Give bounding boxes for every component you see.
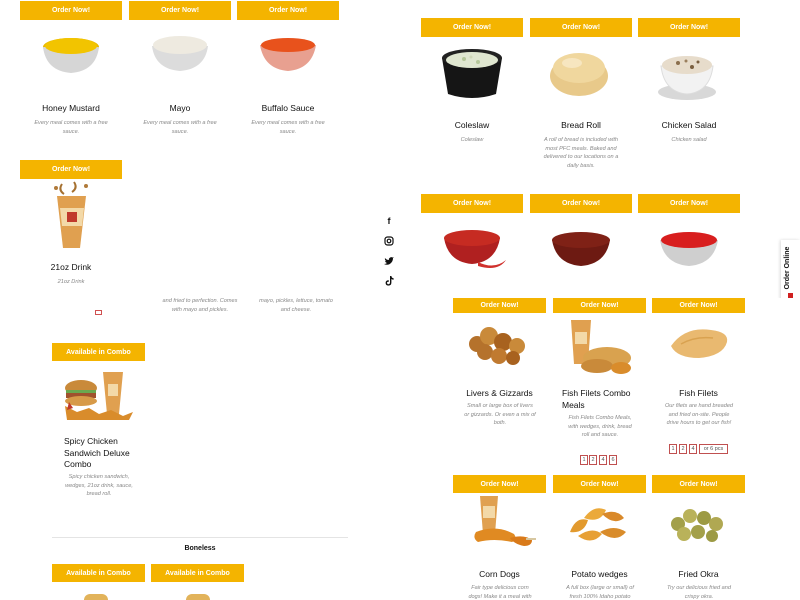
coleslaw-image [442,49,502,98]
order-now-button[interactable]: Order Now! [652,298,745,313]
available-in-combo-button[interactable]: Available in Combo [151,564,244,582]
tiktok-icon[interactable] [379,271,399,291]
order-now-button[interactable]: Order Now! [129,1,231,20]
item-description: and fried to perfection. Comes with mayo… [162,298,238,313]
fish-filets-image [671,329,728,358]
piece-option[interactable]: 4 [599,455,607,465]
order-now-button[interactable]: Order Now! [237,1,339,20]
order-now-button[interactable]: Order Now! [530,18,632,37]
order-now-button[interactable]: Order Now! [530,194,632,213]
corn-dogs-image [474,496,536,546]
item-description: Coleslaw [460,137,484,143]
order-now-button[interactable]: Order Now! [20,160,122,179]
left-top-panel: Order Now! Honey Mustard Every meal come… [0,0,350,300]
food-image-partial [186,594,210,600]
item-description: Our filets are hand breaded and fried on… [664,403,734,427]
item-title: Chicken Salad [661,120,717,130]
fried-okra-image [671,509,723,542]
combo-description: Spicy chicken sandwich, wedges, 21oz dri… [65,474,133,498]
item-description: mayo, pickles, lettuce, tomato and chees… [259,298,333,313]
item-description: Every meal comes with a free sauce. [34,120,108,135]
order-now-button[interactable]: Order Now! [421,194,523,213]
order-now-button[interactable]: Order Now! [421,18,523,37]
item-title: Buffalo Sauce [261,103,315,113]
order-online-tab[interactable]: Order Online [781,240,800,300]
piece-option[interactable]: 2 [679,444,687,454]
facebook-icon[interactable]: f [379,211,399,231]
item-title: Bread Roll [561,120,601,130]
order-now-button[interactable]: Order Now! [553,298,646,313]
item-title: Livers & Gizzards [466,388,533,398]
order-now-button[interactable]: Order Now! [453,475,546,493]
hot-sauce-image [444,230,506,268]
instagram-icon[interactable] [379,231,399,251]
piece-option[interactable]: 6 [609,455,617,465]
livers-gizzards-image [469,327,525,365]
buffalo-sauce-image [260,38,316,71]
item-description: Chicken salad [671,137,707,143]
item-title: Fried Okra [678,569,719,579]
twitter-icon[interactable] [379,251,399,271]
food-image-partial [84,594,108,600]
item-description: Every meal comes with a free sauce. [143,120,217,135]
item-title: Potato wedges [571,569,628,579]
piece-option[interactable]: 2 [589,455,597,465]
ketchup-image [660,232,718,266]
chicken-salad-image [658,56,716,100]
bread-roll-image [550,53,608,96]
piece-option[interactable]: or 6 pcs [699,444,728,454]
item-description: Every meal comes with a free sauce. [251,120,325,135]
item-title: Coleslaw [454,120,490,130]
piece-option[interactable]: 1 [580,455,588,465]
fish-filets-combo-image [571,320,631,374]
item-title: Mayo [169,103,191,113]
drink-image [54,181,88,248]
section-heading: Boneless [184,545,216,552]
order-online-label: Order Online [784,246,791,290]
order-now-button[interactable]: Order Now! [453,298,546,313]
bbq-sauce-image [552,232,610,266]
available-in-combo-button[interactable]: Available in Combo [52,564,145,582]
combo-image [65,372,133,420]
available-in-combo-button[interactable]: Available in Combo [52,343,145,361]
item-description: A full box (large or small) of fresh 100… [566,585,634,600]
mayo-image [152,36,208,71]
item-title: 21oz Drink [50,262,92,272]
item-description: Small or large box of livers or gizzards… [464,403,536,427]
item-description: 21oz Drink [57,279,85,285]
right-bottom-panel: Order Now! Order Now! Order Now! Livers … [400,298,800,600]
item-description: A roll of bread is included with most PF… [543,137,619,169]
order-now-button[interactable]: Order Now! [553,475,646,493]
right-top-panel: Order Now! Order Now! Order Now! Colesla… [400,0,780,298]
item-description: Fish Filets Combo Meals, with wedges, dr… [568,415,632,439]
potato-wedges-image [570,508,626,541]
item-title: Fish Filets [679,388,718,398]
item-title: Honey Mustard [42,103,100,113]
piece-option[interactable]: 4 [689,444,697,454]
item-description: Try our delicious fried and crispy okra. [667,585,731,600]
honey-mustard-image [43,38,99,73]
piece-option[interactable]: 1 [669,444,677,454]
divider [52,537,348,538]
order-now-button[interactable]: Order Now! [638,194,740,213]
combo-title: Spicy Chicken Sandwich Deluxe Combo [64,436,130,469]
small-marker [95,310,102,315]
order-now-button[interactable]: Order Now! [652,475,745,493]
order-now-button[interactable]: Order Now! [20,1,122,20]
item-title: Corn Dogs [479,569,520,579]
order-now-button[interactable]: Order Now! [638,18,740,37]
item-description: Fair type delicious corn dogs! Make it a… [468,585,532,600]
item-title: Fish Filets Combo Meals [562,388,631,410]
